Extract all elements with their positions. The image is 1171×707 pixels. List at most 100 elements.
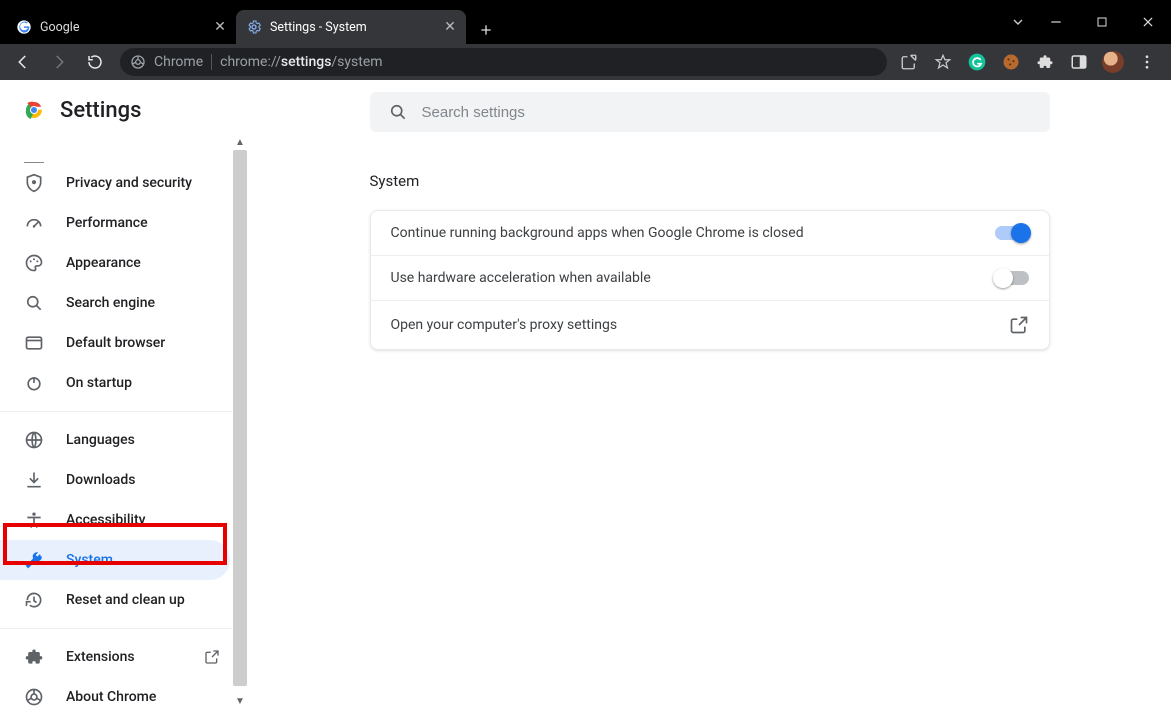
sidebar-item-languages[interactable]: Languages [0,420,230,460]
row-background-apps[interactable]: Continue running background apps when Go… [371,211,1049,255]
sidebar-item-accessibility[interactable]: Accessibility [0,500,230,540]
sidebar-item-downloads[interactable]: Downloads [0,460,230,500]
tab-settings[interactable]: Settings - System ✕ [236,10,466,44]
sidebar-item-default-browser[interactable]: Default browser [0,323,230,363]
grammarly-extension-icon[interactable] [963,48,991,76]
search-icon [24,293,44,313]
sidebar-item-appearance[interactable]: Appearance [0,243,230,283]
chrome-label: Chrome [154,54,203,70]
sidebar-item-label: System [66,552,113,568]
palette-icon [24,253,44,273]
extension-icon [24,647,44,667]
chevron-down-icon[interactable] [1003,6,1033,38]
chrome-logo-icon [22,98,46,122]
row-proxy-settings[interactable]: Open your computer's proxy settings [371,300,1049,349]
url-text: chrome://settings/system [220,54,382,70]
sidebar-item-about[interactable]: About Chrome [0,677,230,707]
sidebar-item-reset[interactable]: Reset and clean up [0,580,230,620]
sidebar-item-label: Accessibility [66,512,145,528]
system-settings-card: Continue running background apps when Go… [370,210,1050,350]
sidebar-items: Privacy and security Performance Appeara… [0,136,248,707]
new-tab-button[interactable] [472,16,500,44]
section-heading: System [370,172,1050,190]
row-label: Use hardware acceleration when available [391,270,651,286]
toggle-background-apps[interactable] [995,226,1029,240]
close-tab-icon[interactable]: ✕ [442,19,458,35]
sidebar-separator [0,411,248,412]
sidebar-item-search[interactable]: Search engine [0,283,230,323]
globe-icon [24,430,44,450]
address-bar[interactable]: Chrome chrome://settings/system [120,48,887,76]
sidebar-item-label: Reset and clean up [66,592,185,608]
search-input[interactable] [422,104,1032,121]
browser-toolbar: Chrome chrome://settings/system [0,44,1171,80]
cookie-extension-icon[interactable] [997,48,1025,76]
sidebar-item-extensions[interactable]: Extensions [0,637,230,677]
close-tab-icon[interactable]: ✕ [212,19,228,35]
sidebar-item-label: Performance [66,215,148,231]
minimize-button[interactable] [1033,6,1079,38]
sidebar-separator [0,628,248,629]
google-favicon [16,19,32,35]
tab-title: Settings - System [270,20,367,35]
toggle-hardware-accel[interactable] [995,271,1029,285]
page-body: Settings ▲ ▼ Privacy and security Perfor… [0,80,1171,707]
sidebar-item-startup[interactable]: On startup [0,363,230,403]
sidebar-item-performance[interactable]: Performance [0,203,230,243]
sidebar-header: Settings [0,80,248,140]
sidebar-item-system[interactable]: System [0,540,230,580]
maximize-button[interactable] [1079,6,1125,38]
sidebar-scroll-area: ▲ ▼ Privacy and security Performance App… [0,136,248,707]
sidebar-item-label: Privacy and security [66,175,192,191]
toolbar-right [895,48,1165,76]
toggle-switch[interactable] [995,226,1029,240]
settings-search[interactable] [370,92,1050,132]
tab-google[interactable]: Google ✕ [6,10,236,44]
settings-sidebar: Settings ▲ ▼ Privacy and security Perfor… [0,80,248,707]
open-external-icon [204,649,220,665]
sidebar-item-label: About Chrome [66,689,156,705]
forward-button[interactable] [42,47,76,77]
sidebar-item-label: On startup [66,375,132,391]
sidebar-item-label: Search engine [66,295,155,311]
search-icon [388,102,408,122]
settings-title: Settings [60,98,141,123]
kebab-menu-icon[interactable] [1133,48,1161,76]
chrome-page-icon [130,54,146,70]
open-external-icon [1009,315,1029,335]
scroll-down-icon[interactable]: ▼ [234,695,246,707]
sidebar-item-privacy[interactable]: Privacy and security [0,163,230,203]
sidebar-item-label: Downloads [66,472,135,488]
titlebar: Google ✕ Settings - System ✕ [0,0,1171,44]
sidebar-item-label: Default browser [66,335,165,351]
chrome-outline-icon [24,687,44,707]
sidepanel-icon[interactable] [1065,48,1093,76]
sidebar-item-label: Extensions [66,649,135,665]
back-button[interactable] [6,47,40,77]
scroll-up-icon[interactable]: ▲ [234,136,246,148]
window-controls [1003,0,1171,44]
wrench-icon [24,550,44,570]
share-icon[interactable] [895,48,923,76]
accessibility-icon [24,510,44,530]
reload-button[interactable] [78,47,112,77]
scrollbar-track[interactable]: ▲ ▼ [232,136,248,707]
sidebar-item-label: Languages [66,432,135,448]
close-window-button[interactable] [1125,6,1171,38]
row-label: Open your computer's proxy settings [391,317,618,333]
toggle-switch[interactable] [995,271,1029,285]
profile-avatar[interactable] [1099,48,1127,76]
bookmark-star-icon[interactable] [929,48,957,76]
restore-icon [24,590,44,610]
row-hardware-accel[interactable]: Use hardware acceleration when available [371,255,1049,300]
speed-icon [24,213,44,233]
shield-icon [24,173,44,193]
extensions-puzzle-icon[interactable] [1031,48,1059,76]
row-label: Continue running background apps when Go… [391,225,804,241]
settings-content: System Continue running background apps … [248,80,1171,707]
tab-title: Google [40,20,79,35]
omnibox-divider [211,54,212,70]
scrollbar-thumb[interactable] [233,150,247,686]
tab-strip: Google ✕ Settings - System ✕ [0,0,500,44]
sidebar-item-label: Appearance [66,255,141,271]
